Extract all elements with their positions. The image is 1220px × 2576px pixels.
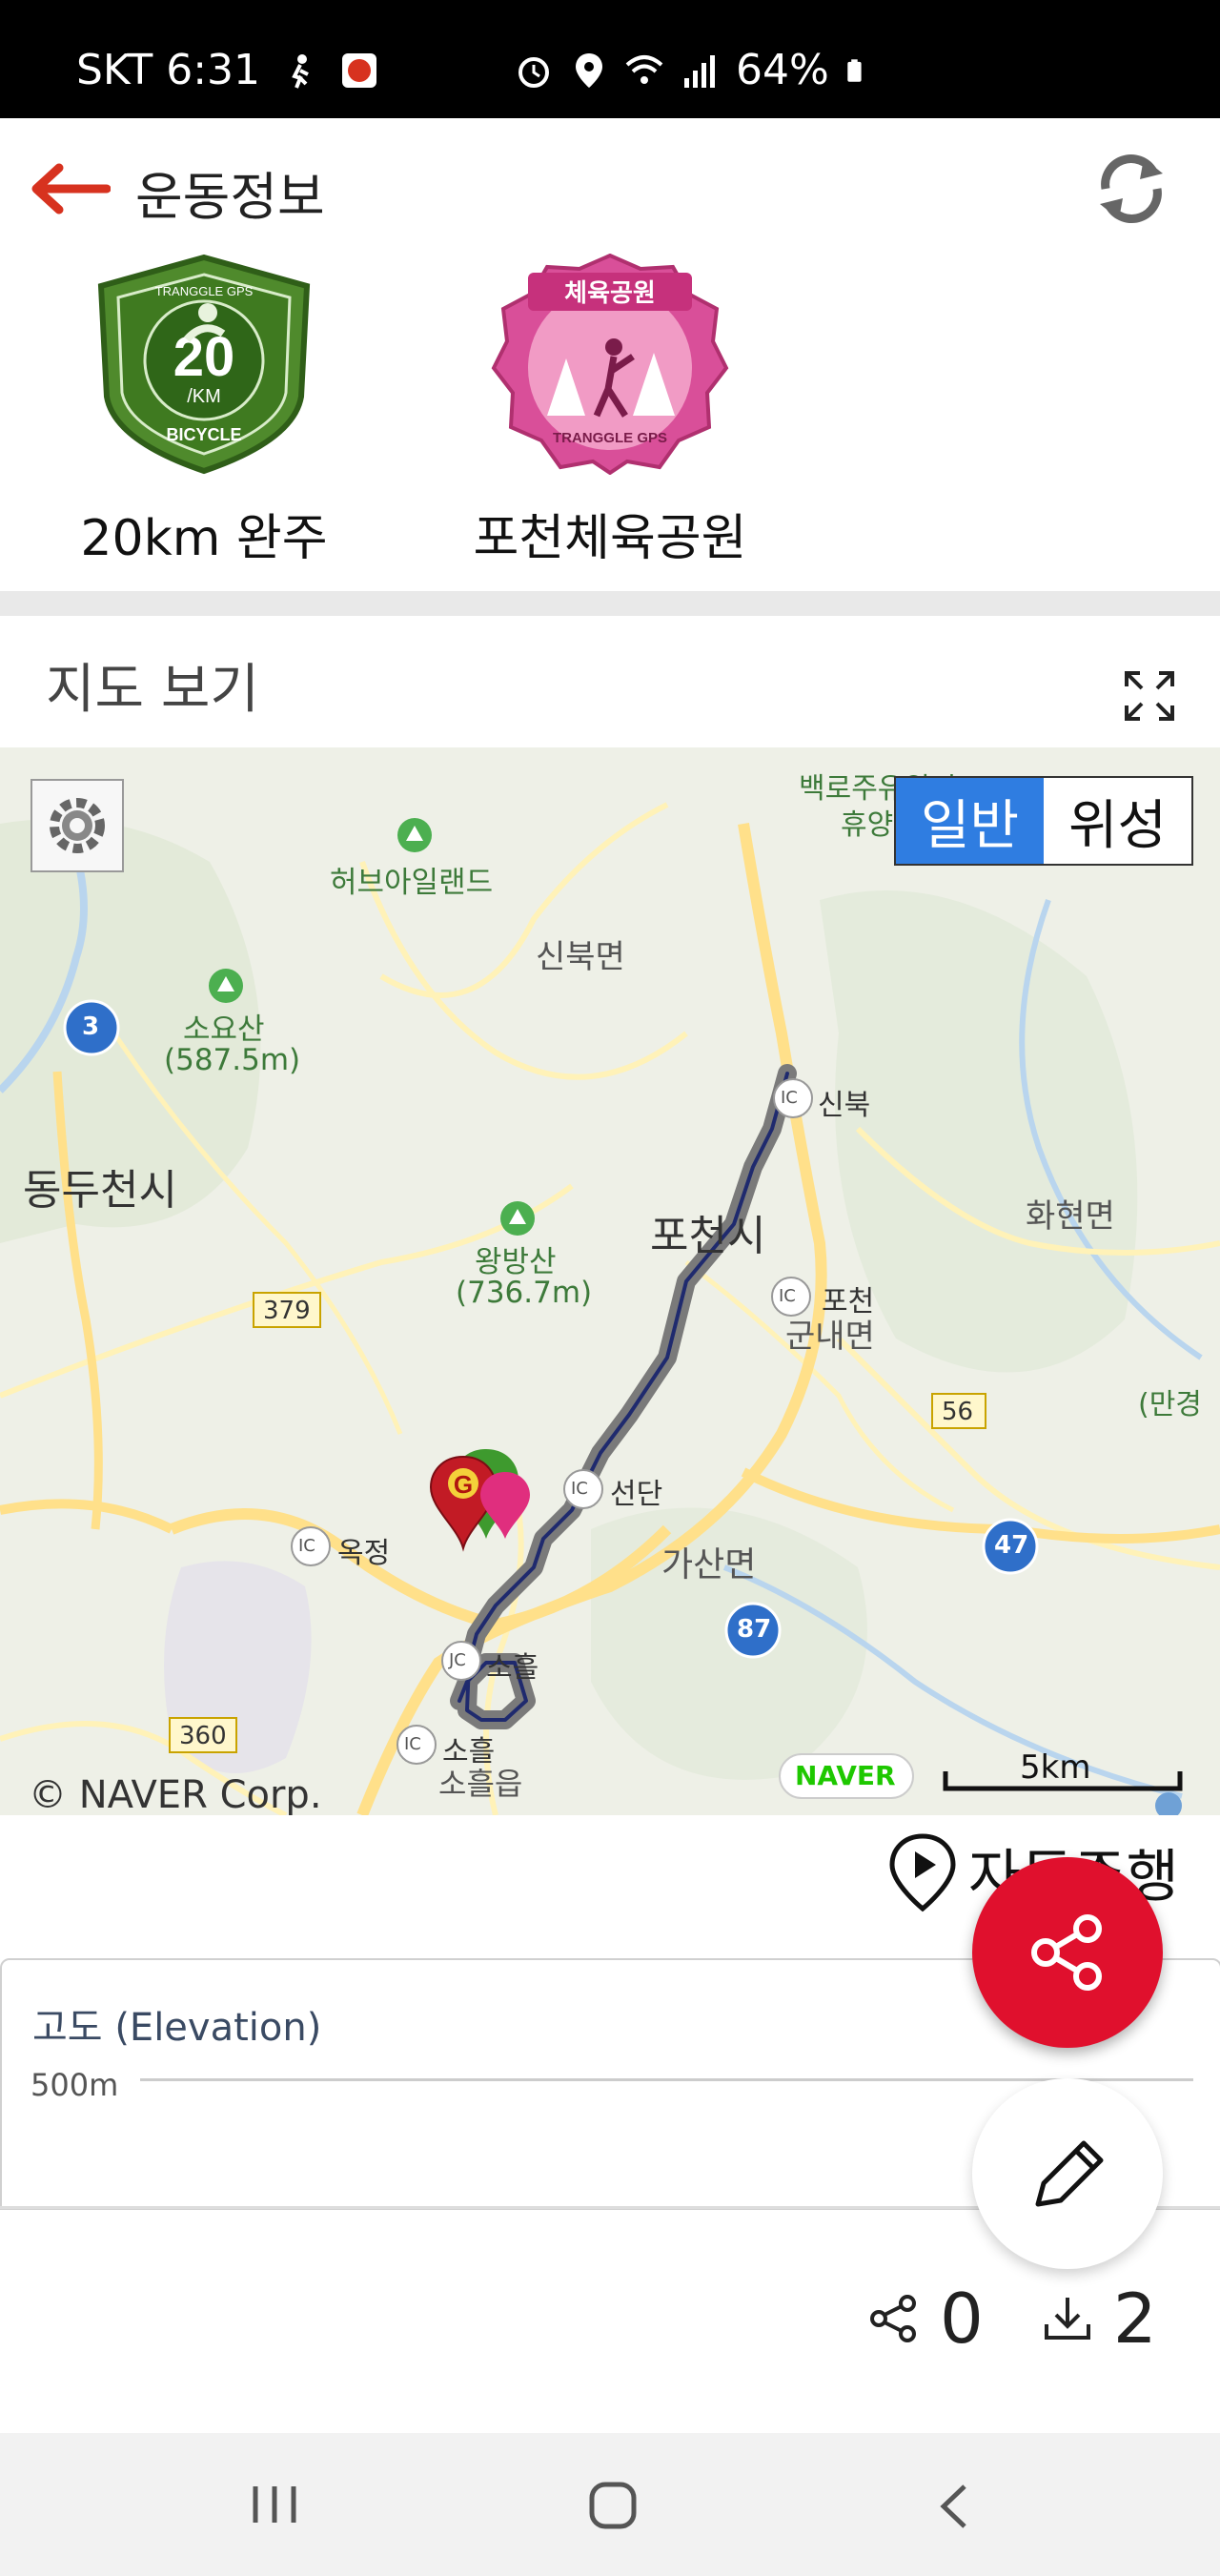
map-label-ic: 옥정	[337, 1537, 391, 1570]
svg-text:TRANGGLE GPS: TRANGGLE GPS	[553, 430, 667, 446]
map-canvas: G	[0, 747, 1220, 1815]
naver-logo: NAVER	[795, 1760, 896, 1791]
ic-tag: IC	[779, 1286, 796, 1306]
alarm-icon	[518, 56, 549, 88]
map-settings-button[interactable]	[30, 779, 124, 872]
map-label-jc: 소흘	[486, 1651, 539, 1685]
map-label-mountain-height: (587.5m)	[164, 1043, 301, 1077]
map-section-header: 지도 보기	[0, 616, 1220, 747]
road-number: 379	[263, 1297, 311, 1325]
app-header: 운동정보	[0, 118, 1220, 256]
svg-text:BICYCLE: BICYCLE	[166, 425, 241, 444]
back-arrow-icon[interactable]	[25, 162, 111, 215]
battery-icon	[847, 58, 862, 82]
status-bar: SKT 6:31 64%	[0, 0, 1220, 118]
badge-list: TRANGGLE GPS 20 /KM BICYCLE 20km 완주 체육공원…	[0, 254, 1220, 591]
download-icon[interactable]	[1041, 2292, 1094, 2345]
badge-label: 포천체육공원	[473, 510, 747, 567]
map-label-poi: 허브아일랜드	[330, 866, 494, 900]
road-number: 3	[82, 1012, 100, 1041]
bicycle-badge-icon: TRANGGLE GPS 20 /KM BICYCLE	[97, 254, 311, 475]
elevation-tick: 500m	[30, 2067, 119, 2103]
refresh-icon[interactable]	[1088, 151, 1174, 227]
map-label-district: 소흘읍	[438, 1766, 523, 1802]
walk-icon	[292, 53, 309, 89]
svg-text:/KM: /KM	[187, 386, 221, 407]
map-label-district: 군내면	[785, 1318, 875, 1356]
gear-icon	[50, 798, 105, 853]
map-label-ic: 선단	[610, 1478, 663, 1511]
road-number: 47	[994, 1531, 1029, 1560]
jc-tag: JC	[449, 1650, 466, 1670]
map-label-poi: 휴양	[841, 808, 894, 842]
map-label-district: 화현면	[1026, 1197, 1115, 1236]
map-label-mountain-height: (736.7m)	[456, 1276, 593, 1310]
map-label-ic: 신북	[818, 1089, 871, 1122]
map-label-city: 동두천시	[23, 1166, 177, 1215]
elevation-gridline	[140, 2078, 1193, 2081]
stats-row: 0 2	[867, 2279, 1157, 2359]
location-icon	[576, 52, 602, 88]
ic-tag: IC	[404, 1734, 421, 1754]
ic-tag: IC	[781, 1088, 798, 1108]
section-divider	[0, 591, 1220, 616]
recent-apps-icon[interactable]	[250, 2483, 299, 2526]
map-label-district: 신북면	[536, 938, 625, 976]
ic-tag: IC	[298, 1536, 315, 1556]
svg-text:체육공원: 체육공원	[564, 279, 656, 308]
system-nav-bar	[0, 2433, 1220, 2576]
status-right: 64%	[515, 46, 871, 94]
elevation-title: 고도 (Elevation)	[32, 2006, 322, 2050]
map-section-title: 지도 보기	[46, 659, 259, 721]
badge-label: 20km 완주	[80, 510, 328, 567]
share-icon	[1031, 1914, 1102, 1991]
road-number: 360	[179, 1722, 227, 1750]
map-label-mountain: 왕방산	[475, 1245, 557, 1279]
play-location-icon	[889, 1832, 956, 1912]
download-count: 2	[1112, 2279, 1157, 2359]
app-icon	[342, 52, 377, 88]
map-type-toggle[interactable]: 일반 위성	[894, 776, 1193, 866]
road-number: 87	[737, 1615, 772, 1644]
wifi-icon	[625, 54, 663, 84]
badge-item[interactable]: 체육공원 TRANGGLE GPS 포천체육공원	[410, 254, 810, 591]
route-map[interactable]: G 허브아일랜드 신북면 소요산 (587.5m) 동두천시 포천시 왕방산 (…	[0, 747, 1220, 1815]
signal-icon	[684, 54, 715, 88]
svg-text:G: G	[454, 1470, 473, 1499]
svg-text:20: 20	[173, 326, 235, 388]
map-type-satellite[interactable]: 위성	[1044, 778, 1191, 864]
map-label-city: 포천시	[650, 1212, 766, 1260]
share-fab[interactable]	[972, 1857, 1163, 2048]
fullscreen-icon[interactable]	[1123, 669, 1176, 723]
map-type-normal[interactable]: 일반	[896, 778, 1044, 864]
edit-fab[interactable]	[972, 2078, 1163, 2269]
map-copyright: © NAVER Corp.	[29, 1773, 322, 1815]
ic-tag: IC	[571, 1479, 588, 1499]
map-label-district: 가산면	[661, 1545, 757, 1584]
badge-item[interactable]: TRANGGLE GPS 20 /KM BICYCLE 20km 완주	[0, 254, 400, 591]
park-badge-icon: 체육공원 TRANGGLE GPS	[491, 254, 729, 475]
share-count: 0	[940, 2279, 984, 2359]
carrier-time: SKT 6:31	[76, 46, 261, 94]
share-count-icon[interactable]	[867, 2292, 921, 2345]
page-title: 운동정보	[135, 167, 325, 227]
back-icon[interactable]	[934, 2481, 976, 2532]
status-left: SKT 6:31	[76, 46, 378, 94]
svg-text:TRANGGLE GPS: TRANGGLE GPS	[155, 284, 254, 298]
map-label-poi: (만경	[1138, 1388, 1202, 1421]
map-scale-label: 5km	[1020, 1748, 1091, 1787]
road-number: 56	[942, 1398, 974, 1426]
map-label-mountain: 소요산	[183, 1012, 265, 1047]
battery-percent: 64%	[736, 46, 829, 94]
home-icon[interactable]	[588, 2481, 638, 2530]
pencil-icon	[1035, 2140, 1104, 2207]
